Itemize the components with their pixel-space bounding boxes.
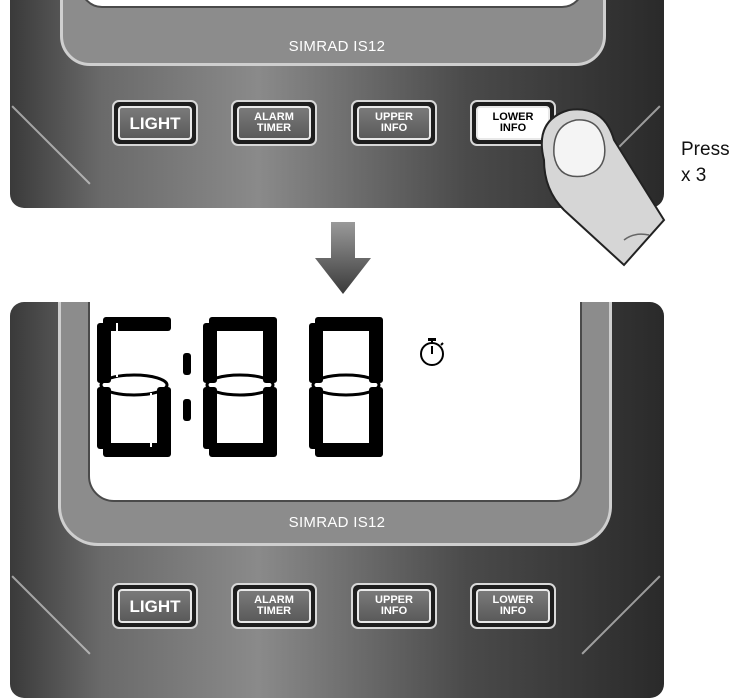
alarm-timer-button-bottom[interactable]: ALARM TIMER xyxy=(231,583,317,629)
screen-bezel-top xyxy=(60,0,606,66)
finger-icon xyxy=(540,108,666,267)
colon xyxy=(183,353,191,421)
model-label-top: SIMRAD IS12 xyxy=(288,38,386,55)
stopwatch-icon xyxy=(420,338,444,366)
upper-info-button-label-bottom: UPPER INFO xyxy=(357,589,431,623)
upper-info-button[interactable]: UPPER INFO xyxy=(351,100,437,146)
timer-readout xyxy=(97,317,383,457)
bezel-diagonal-left xyxy=(11,105,91,185)
down-arrow-icon xyxy=(315,222,371,294)
bezel-diagonal-right-bottom xyxy=(581,575,661,655)
digit-0-second xyxy=(309,317,383,457)
alarm-timer-button[interactable]: ALARM TIMER xyxy=(231,100,317,146)
digit-6 xyxy=(97,317,171,457)
alarm-timer-button-label-bottom: ALARM TIMER xyxy=(237,589,311,623)
light-button-label: LIGHT xyxy=(118,106,192,140)
lower-info-button-label-bottom: LOWER INFO xyxy=(476,589,550,623)
digit-0-first xyxy=(203,317,277,457)
light-button-label-bottom: LIGHT xyxy=(118,589,192,623)
upper-info-button-bottom[interactable]: UPPER INFO xyxy=(351,583,437,629)
model-label-bottom: SIMRAD IS12 xyxy=(288,514,386,531)
press-instruction: Press x 3 xyxy=(681,139,730,186)
light-button[interactable]: LIGHT xyxy=(112,100,198,146)
screen-top xyxy=(80,0,584,8)
light-button-bottom[interactable]: LIGHT xyxy=(112,583,198,629)
alarm-timer-button-label: ALARM TIMER xyxy=(237,106,311,140)
upper-info-button-label: UPPER INFO xyxy=(357,106,431,140)
bezel-diagonal-left-bottom xyxy=(11,575,91,655)
lower-info-button-bottom[interactable]: LOWER INFO xyxy=(470,583,556,629)
